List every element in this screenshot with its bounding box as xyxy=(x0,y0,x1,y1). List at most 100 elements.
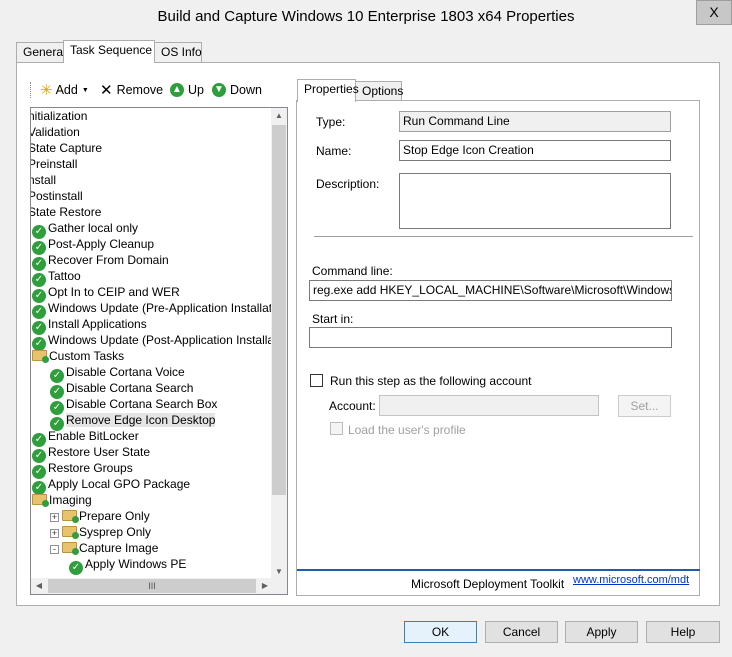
cancel-button[interactable]: Cancel xyxy=(485,621,558,643)
tree-item[interactable]: ✓ Opt In to CEIP and WER xyxy=(32,284,180,303)
check-icon: ✓ xyxy=(69,561,83,575)
mdt-link[interactable]: www.microsoft.com/mdt xyxy=(573,574,689,586)
help-button[interactable]: Help xyxy=(646,621,720,643)
remove-button[interactable]: ✕ Remove xyxy=(100,80,163,100)
tree-item-label: Validation xyxy=(31,125,80,139)
tree-item[interactable]: ✓ Apply Windows PE xyxy=(69,556,186,575)
tree-item[interactable]: ✓ Windows Update (Post-Application Instal… xyxy=(32,332,273,351)
run-as-label: Run this step as the following account xyxy=(330,374,532,388)
tree-item[interactable]: Preinstall xyxy=(31,156,77,172)
tree-item[interactable]: nstall xyxy=(31,172,56,188)
tree-item-label: Opt In to CEIP and WER xyxy=(48,285,180,299)
tree-item[interactable]: - Capture Image xyxy=(50,540,158,556)
tree-item[interactable]: ✓ Disable Cortana Search Box xyxy=(50,396,218,415)
add-star-icon: ✳ xyxy=(40,82,53,99)
tree-item[interactable]: Custom Tasks xyxy=(32,348,124,364)
name-field[interactable]: Stop Edge Icon Creation xyxy=(399,140,671,161)
run-as-checkbox[interactable] xyxy=(310,374,323,387)
type-label: Type: xyxy=(316,115,346,129)
tree-item[interactable]: ✓ Gather local only xyxy=(32,220,138,239)
tab-properties[interactable]: Properties xyxy=(297,79,359,102)
tree-item-label: nitialization xyxy=(31,109,88,123)
tree-item[interactable]: ✓ Disable Cortana Search xyxy=(50,380,194,399)
scroll-left-icon[interactable]: ◀ xyxy=(31,578,47,594)
tab-options[interactable]: Options xyxy=(355,81,403,101)
start-in-label: Start in: xyxy=(312,312,354,326)
folder-icon xyxy=(62,526,79,539)
tree-item[interactable]: ✓ Enable BitLocker xyxy=(32,428,139,447)
tree-item-label: State Restore xyxy=(31,205,102,219)
tree-vertical-scrollbar[interactable]: ▲ ▼ xyxy=(271,108,287,580)
folder-icon xyxy=(32,350,49,363)
tree-item[interactable]: ✓ Tattoo xyxy=(32,268,81,287)
tree-item-label: Tattoo xyxy=(48,269,81,283)
command-line-label: Command line: xyxy=(312,264,393,278)
tree-item-label: Disable Cortana Search Box xyxy=(66,397,218,411)
description-field[interactable] xyxy=(399,173,671,229)
tree-item[interactable]: Validation xyxy=(31,124,80,140)
tree-item[interactable]: ✓ Apply Local GPO Package xyxy=(32,476,191,495)
apply-button[interactable]: Apply xyxy=(565,621,638,643)
tree-item[interactable]: ✓ Windows Update (Pre-Application Install… xyxy=(32,300,273,319)
tree-item[interactable]: ✓ Restore Groups xyxy=(32,460,133,479)
tab-general[interactable]: General xyxy=(16,42,66,62)
tab-task-sequence[interactable]: Task Sequence xyxy=(63,40,155,63)
tree-item[interactable]: State Restore xyxy=(31,204,101,220)
tab-os-info[interactable]: OS Info xyxy=(154,42,202,62)
h-scroll-thumb[interactable]: III xyxy=(48,579,256,593)
dropdown-arrow-icon: ▼ xyxy=(81,86,89,94)
tree-item-label: Apply Local GPO Package xyxy=(48,477,191,491)
tree-item-label: Post-Apply Cleanup xyxy=(48,237,155,251)
folder-icon xyxy=(32,494,49,507)
tree-item-label: Imaging xyxy=(49,493,92,507)
name-label: Name: xyxy=(316,144,352,158)
tree-item[interactable]: ✓ Post-Apply Cleanup xyxy=(32,236,155,255)
tree-item[interactable]: ✓ Restore User State xyxy=(32,444,151,463)
tree-item-label: Preinstall xyxy=(31,157,78,171)
task-sequence-tree[interactable]: nitialization Validation State Capture Prei… xyxy=(30,107,288,595)
expand-icon[interactable]: + xyxy=(50,529,59,538)
tree-item-label: Capture Image xyxy=(79,541,159,555)
tree-item-label: Prepare Only xyxy=(79,509,150,523)
toolbar-grip xyxy=(30,82,33,98)
tree-item[interactable]: Postinstall xyxy=(31,188,83,204)
ok-button[interactable]: OK xyxy=(404,621,477,643)
up-arrow-icon: ▲ xyxy=(170,83,184,97)
expand-icon[interactable]: + xyxy=(50,513,59,522)
command-line-field[interactable]: reg.exe add HKEY_LOCAL_MACHINE\Software\… xyxy=(309,280,672,301)
tree-item[interactable]: + Sysprep Only xyxy=(50,524,151,540)
add-button[interactable]: ✳ Add ▼ xyxy=(40,80,89,100)
down-button[interactable]: ▼ Down xyxy=(212,80,262,100)
tree-item[interactable]: Imaging xyxy=(32,492,92,508)
tree-item-label: Recover From Domain xyxy=(48,253,169,267)
tree-item[interactable]: nitialization xyxy=(31,108,87,124)
account-field xyxy=(379,395,599,416)
scroll-thumb[interactable] xyxy=(272,125,286,495)
tree-item-label: Restore User State xyxy=(48,445,151,459)
tree-item[interactable]: ✓ Disable Cortana Voice xyxy=(50,364,185,383)
collapse-icon[interactable]: - xyxy=(50,545,59,554)
tree-item-label: Disable Cortana Search xyxy=(66,381,194,395)
tree-item-label: Windows Update (Post-Application Install… xyxy=(48,333,273,347)
scroll-up-icon[interactable]: ▲ xyxy=(271,108,287,124)
remove-label: Remove xyxy=(116,83,164,97)
tree-item[interactable]: ✓ Recover From Domain xyxy=(32,252,169,271)
tree-item[interactable]: State Capture xyxy=(31,140,102,156)
tree-item[interactable]: + Prepare Only xyxy=(50,508,150,524)
folder-icon xyxy=(62,510,79,523)
tree-item-label: Disable Cortana Voice xyxy=(66,365,185,379)
tree-item[interactable]: ✓ Install Applications xyxy=(32,316,147,335)
down-label: Down xyxy=(230,83,262,97)
separator xyxy=(314,236,693,237)
up-button[interactable]: ▲ Up xyxy=(170,80,204,100)
type-field: Run Command Line xyxy=(399,111,671,132)
tree-horizontal-scrollbar[interactable]: ◀ III ▶ xyxy=(31,578,273,594)
close-button[interactable]: X xyxy=(696,0,732,25)
start-in-field[interactable] xyxy=(309,327,672,348)
tree-item-label: Install Applications xyxy=(48,317,147,331)
remove-x-icon: ✕ xyxy=(100,82,113,99)
scroll-corner xyxy=(271,578,287,594)
tree-item[interactable]: ✓ Remove Edge Icon Desktop xyxy=(50,412,216,431)
account-label: Account: xyxy=(329,399,376,413)
description-label: Description: xyxy=(316,177,380,191)
